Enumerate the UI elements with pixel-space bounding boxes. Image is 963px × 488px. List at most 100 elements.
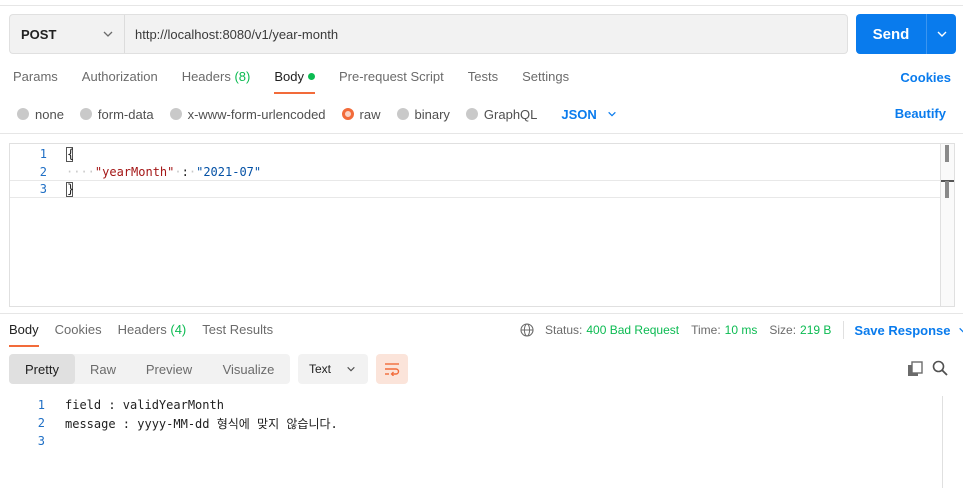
method-select[interactable]: POST [9,14,125,54]
body-indicator-dot [307,73,315,80]
chevron-down-icon [103,31,113,37]
editor-line-active: 3 } [10,180,942,198]
tab-settings[interactable]: Settings [522,68,569,88]
line-number: 2 [39,165,47,179]
format-select[interactable]: Text [298,354,368,384]
editor-scrollbar[interactable] [940,144,954,306]
radio-graphql[interactable]: GraphQL [465,106,538,122]
tab-headers[interactable]: Headers (8) [182,68,251,88]
status-value[interactable]: 400 Bad Request [586,323,679,337]
radio-x-www-form-urlencoded[interactable]: x-www-form-urlencoded [169,107,326,122]
editor-line: 2 ····"yearMonth"·:·"2021-07" [10,163,942,181]
send-button[interactable]: Send [856,14,926,54]
headers-count-badge: (8) [234,69,251,84]
chevron-down-icon [937,31,946,37]
radio-label: GraphQL [483,106,538,122]
chevron-down-icon [347,366,355,372]
language-select[interactable]: JSON [561,107,616,122]
divider [0,133,963,134]
json-colon: : [181,165,189,179]
tab-label: Params [13,69,58,84]
view-pretty[interactable]: Pretty [9,354,75,384]
resp-tab-body[interactable]: Body [9,321,39,347]
response-view-switcher: Pretty Raw Preview Visualize [9,354,290,384]
status-label: Status: [545,323,583,337]
request-body-editor[interactable]: 1 { 2 ····"yearMonth"·:·"2021-07" 3 } [9,143,955,307]
tab-label: Headers [181,69,231,84]
globe-icon[interactable] [520,323,534,337]
request-tabs: Params Authorization Headers (8) Body Pr… [13,68,593,94]
tab-label: Test Results [202,322,274,337]
response-line: 1 field : validYearMonth [0,396,942,414]
search-icon[interactable] [931,359,949,377]
time-label: Time: [691,323,721,337]
scroll-thumb[interactable] [945,145,949,162]
tab-body[interactable]: Body [274,68,315,94]
tab-authorization[interactable]: Authorization [82,68,158,88]
body-type-options: none form-data x-www-form-urlencoded raw… [17,105,617,123]
chevron-down-icon [608,111,616,117]
scroll-thumb[interactable] [945,181,949,198]
resp-tab-headers[interactable]: Headers (4) [118,321,187,341]
json-key: "yearMonth" [94,165,175,179]
radio-binary[interactable]: binary [396,107,450,122]
size-label: Size: [769,323,797,337]
radio-circle [465,108,478,120]
resp-tab-cookies[interactable]: Cookies [55,321,102,341]
send-label: Send [872,25,910,43]
cookies-link[interactable]: Cookies [900,70,951,85]
copy-icon[interactable] [906,360,924,378]
radio-circle [17,108,29,120]
tab-pre-request-script[interactable]: Pre-request Script [339,68,444,88]
url-input[interactable]: http://localhost:8080/v1/year-month [125,14,848,54]
view-raw[interactable]: Raw [75,354,131,384]
json-value: "2021-07" [196,165,262,179]
time-value[interactable]: 10 ms [725,323,758,337]
whitespace-dots: · [174,165,182,179]
size-value[interactable]: 219 B [800,323,831,337]
brace: } [66,181,75,197]
view-visualize[interactable]: Visualize [207,354,290,384]
tab-label: Settings [522,69,570,84]
response-scrollbar[interactable] [942,396,963,488]
radio-circle [79,108,92,120]
radio-label: none [35,106,64,122]
separator [843,321,845,339]
wrap-lines-button[interactable] [376,354,408,384]
line-text: message : yyyy-MM-dd 형식에 맞지 않습니다. [65,416,338,431]
radio-form-data[interactable]: form-data [79,106,154,122]
line-code: { [66,146,75,162]
resp-tab-test-results[interactable]: Test Results [202,321,273,341]
tab-label: Body [9,322,39,337]
tab-label: Cookies [54,322,102,337]
tab-label: Pre-request Script [338,69,444,84]
radio-label: form-data [97,106,154,122]
brace: { [66,146,75,162]
response-tabs: Body Cookies Headers (4) Test Results [9,321,289,347]
response-body[interactable]: 1 field : validYearMonth 2 message : yyy… [0,396,942,488]
beautify-link[interactable]: Beautify [895,106,946,121]
whitespace-dots: ···· [66,165,95,179]
line-number: 1 [39,147,47,161]
view-preview[interactable]: Preview [131,354,207,384]
tab-label: Tests [467,69,499,84]
headers-count-badge: (4) [170,322,187,337]
method-label: POST [21,26,57,42]
radio-none[interactable]: none [17,107,64,122]
chevron-down-icon [958,327,963,333]
line-number: 3 [37,434,45,448]
save-response-label: Save Response [854,322,951,338]
tab-tests[interactable]: Tests [468,68,498,88]
line-code: ····"yearMonth"·:·"2021-07" [66,165,261,179]
tab-params[interactable]: Params [13,68,58,88]
save-response-button[interactable]: Save Response [854,323,963,338]
wrap-lines-icon [385,363,400,376]
language-label: JSON [561,106,597,122]
line-number: 2 [37,416,45,430]
radio-raw[interactable]: raw [341,106,381,122]
response-line: 2 message : yyyy-MM-dd 형식에 맞지 않습니다. [0,414,942,432]
radio-circle [169,108,182,120]
send-options-button[interactable] [926,14,956,54]
radio-label: raw [359,106,381,122]
tab-label: Headers [117,322,167,337]
